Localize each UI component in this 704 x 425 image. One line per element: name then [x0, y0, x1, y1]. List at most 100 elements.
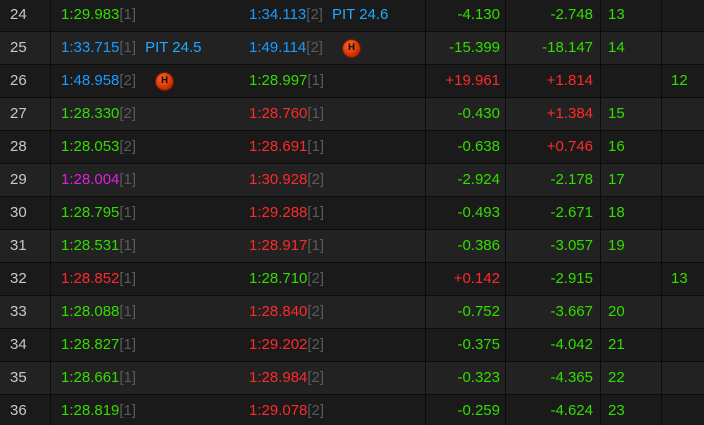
tyre-compound-count: [1] [307, 237, 325, 254]
lap-time: 1:28.691 [249, 138, 308, 155]
count-column-a: 18 [608, 204, 625, 221]
lap-time: 1:28.827 [61, 336, 120, 353]
lap-time: 1:28.088 [61, 303, 120, 320]
lap-delta: -0.259 [457, 402, 500, 419]
tyre-compound-count: [1] [119, 39, 137, 56]
lap-number: 29 [10, 171, 27, 188]
t1-lap-time-cell: 1:28.053[2] [61, 131, 136, 163]
table-row: 24 1:29.983[1] 1:34.113[2] PIT 24.6 -4.130 -2… [0, 0, 704, 32]
lap-delta: -0.638 [457, 138, 500, 155]
t2-lap-time-cell: 1:28.691[1] [249, 131, 324, 163]
count-column-a: 17 [608, 171, 625, 188]
lap-time: 1:28.330 [61, 105, 120, 122]
lap-number: 32 [10, 270, 27, 287]
count-column-a: 13 [608, 6, 625, 23]
t2-lap-time-cell: 1:28.760[1] [249, 98, 324, 130]
column-divider [600, 0, 601, 425]
lap-delta: -0.323 [457, 369, 500, 386]
lap-time: 1:29.202 [249, 336, 308, 353]
lap-delta: -2.924 [457, 171, 500, 188]
tyre-compound-count: [2] [307, 336, 325, 353]
lap-time: 1:29.078 [249, 402, 308, 419]
lap-time: 1:28.760 [249, 105, 308, 122]
cumulative-gap: -4.042 [550, 336, 593, 353]
count-column-a: 19 [608, 237, 625, 254]
table-row: 25 1:33.715[1] PIT 24.5 1:49.114[2] H -15.399… [0, 32, 704, 65]
table-row: 28 1:28.053[2] 1:28.691[1] -0.638 +0.746 16 [0, 131, 704, 164]
tyre-compound-count: [2] [119, 138, 137, 155]
lap-time: 1:28.997 [249, 72, 308, 89]
tyre-compound-count: [1] [119, 6, 137, 23]
table-row: 32 1:28.852[1] 1:28.710[2] +0.142 -2.915 13 [0, 263, 704, 296]
lap-time: 1:29.983 [61, 6, 120, 23]
tyre-compound-count: [2] [307, 171, 325, 188]
t1-lap-time-cell: 1:33.715[1] PIT 24.5 [61, 32, 202, 64]
t2-lap-time-cell: 1:29.078[2] [249, 395, 324, 425]
cumulative-gap: -4.624 [550, 402, 593, 419]
tyre-compound-count: [1] [119, 237, 137, 254]
t2-lap-time-cell: 1:28.997[1] [249, 65, 324, 97]
tyre-compound-count: [2] [307, 402, 325, 419]
count-column-a: 14 [608, 39, 625, 56]
tyre-compound-count: [2] [307, 369, 325, 386]
lap-time: 1:28.917 [249, 237, 308, 254]
lap-number: 36 [10, 402, 27, 419]
cumulative-gap: +0.746 [546, 138, 593, 155]
count-column-a: 20 [608, 303, 625, 320]
tyre-compound-count: [1] [119, 336, 137, 353]
cumulative-gap: -2.915 [550, 270, 593, 287]
lap-number: 25 [10, 39, 27, 56]
lap-time: 1:28.053 [61, 138, 120, 155]
lap-time: 1:29.288 [249, 204, 308, 221]
cumulative-gap: -18.147 [542, 39, 593, 56]
column-divider [425, 0, 426, 425]
t1-lap-time-cell: 1:28.827[1] [61, 329, 136, 361]
lap-time: 1:28.984 [249, 369, 308, 386]
cumulative-gap: +1.384 [546, 105, 593, 122]
count-column-a: 16 [608, 138, 625, 155]
lap-time: 1:49.114 [249, 39, 307, 56]
tyre-compound-count: [1] [307, 72, 325, 89]
lap-delta: -15.399 [449, 39, 500, 56]
lap-number: 35 [10, 369, 27, 386]
t1-lap-time-cell: 1:28.531[1] [61, 230, 136, 262]
t2-lap-time-cell: 1:49.114[2] [249, 32, 323, 64]
t2-lap-time-cell: 1:28.917[1] [249, 230, 324, 262]
pit-stop-label: PIT 24.5 [145, 39, 202, 56]
table-row: 26 1:48.958[2] 1:28.997[1] H +19.961 +1.814 12 [0, 65, 704, 98]
tyre-compound-count: [2] [119, 72, 137, 89]
lap-number: 24 [10, 6, 27, 23]
tyre-compound-count: [2] [307, 303, 325, 320]
cumulative-gap: -3.057 [550, 237, 593, 254]
t1-lap-time-cell: 1:28.852[1] [61, 263, 136, 295]
count-column-a: 23 [608, 402, 625, 419]
count-column-a: 22 [608, 369, 625, 386]
t1-lap-time-cell: 1:48.958[2] [61, 65, 136, 97]
lap-time: 1:28.840 [249, 303, 308, 320]
lap-delta: -0.386 [457, 237, 500, 254]
lap-delta: -0.430 [457, 105, 500, 122]
lap-number: 31 [10, 237, 27, 254]
table-row: 27 1:28.330[2] 1:28.760[1] -0.430 +1.384 15 [0, 98, 704, 131]
lap-time: 1:28.661 [61, 369, 120, 386]
count-column-a: 21 [608, 336, 625, 353]
t2-lap-time-cell: 1:28.710[2] [249, 263, 324, 295]
t2-lap-time-cell: 1:28.984[2] [249, 362, 324, 394]
tyre-compound-count: [2] [119, 105, 137, 122]
t1-lap-time-cell: 1:29.983[1] [61, 0, 136, 31]
tyre-compound-count: [1] [119, 270, 137, 287]
lap-number: 33 [10, 303, 27, 320]
lap-time: 1:28.531 [61, 237, 120, 254]
tyre-compound-count: [1] [119, 402, 137, 419]
lap-time: 1:28.710 [249, 270, 308, 287]
lap-delta: +19.961 [445, 72, 500, 89]
tyre-compound-count: [2] [307, 270, 325, 287]
pit-stop-label: PIT 24.6 [331, 6, 389, 23]
lap-delta: +0.142 [453, 270, 500, 287]
tyre-compound-count: [1] [119, 303, 137, 320]
lap-delta: -4.130 [457, 6, 500, 23]
table-row: 35 1:28.661[1] 1:28.984[2] -0.323 -4.365 22 [0, 362, 704, 395]
tyre-compound-count: [1] [119, 204, 137, 221]
lap-number: 28 [10, 138, 27, 155]
count-column-a: 15 [608, 105, 625, 122]
